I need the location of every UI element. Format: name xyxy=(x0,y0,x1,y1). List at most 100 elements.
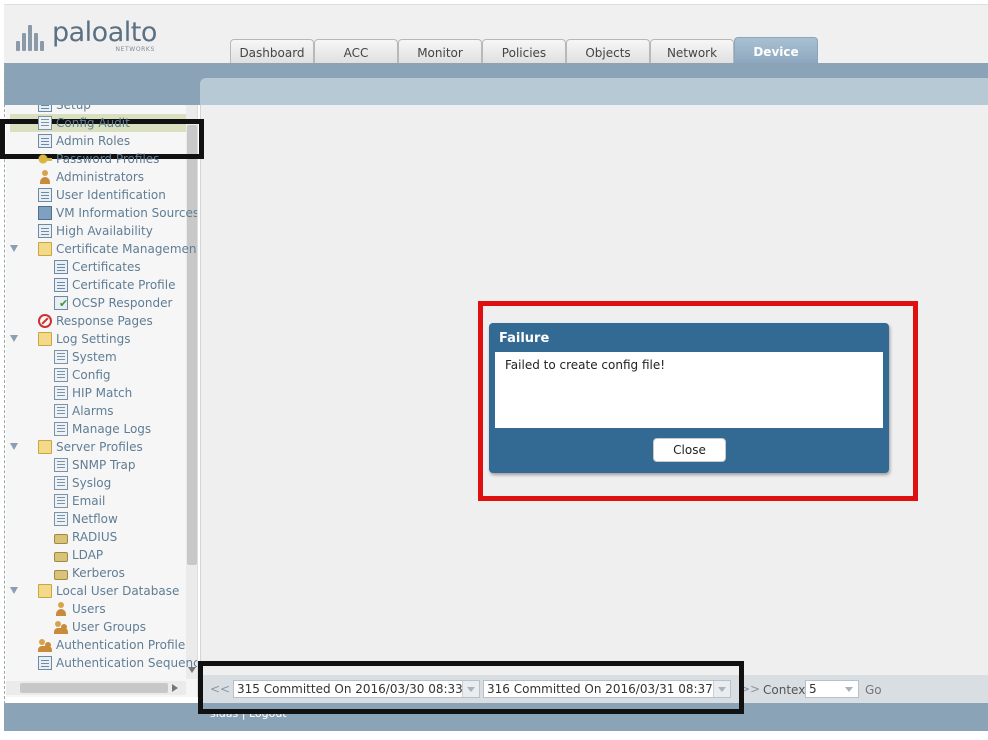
sidebar-item-label: Server Profiles xyxy=(56,440,143,454)
sidebar-item-log-settings[interactable]: Log Settings xyxy=(6,330,186,348)
sidebar-item-label: LDAP xyxy=(72,548,104,562)
sidebar-item-label: SNMP Trap xyxy=(72,458,136,472)
lock-icon xyxy=(54,569,68,580)
sidebar-item-label: Setup xyxy=(56,105,91,112)
app-window: paloalto NETWORKS Dashboard ACC Monitor … xyxy=(0,0,988,740)
sidebar: Setup Config Audit Admin Roles Password Pro… xyxy=(6,105,198,697)
id-card-icon xyxy=(38,188,52,202)
tab-dashboard[interactable]: Dashboard xyxy=(230,39,314,65)
sidebar-item-ldap[interactable]: LDAP xyxy=(6,546,186,564)
sidebar-item-radius[interactable]: RADIUS xyxy=(6,528,186,546)
sidebar-item-authentication-sequence[interactable]: Authentication Sequence xyxy=(6,654,197,672)
sidebar-item-label: Administrators xyxy=(56,170,145,184)
scrollbar-thumb[interactable] xyxy=(187,125,197,565)
sidebar-item-setup[interactable]: Setup xyxy=(6,105,186,114)
sidebar-item-certificate-management[interactable]: Certificate Management xyxy=(6,240,197,258)
tab-objects[interactable]: Objects xyxy=(566,39,650,65)
sidebar-item-high-availability[interactable]: High Availability xyxy=(6,222,186,240)
error-highlight-box xyxy=(478,301,918,501)
sidebar-item-local-user-database[interactable]: Local User Database xyxy=(6,582,186,600)
sidebar-item-ocsp-responder[interactable]: OCSP Responder xyxy=(6,294,186,312)
role-icon xyxy=(38,134,52,148)
expand-toggle-icon[interactable] xyxy=(10,335,18,342)
sidebar-item-label: Certificates xyxy=(72,260,141,274)
sidebar-item-vm-information-sources[interactable]: VM Information Sources xyxy=(6,204,197,222)
sidebar-item-syslog[interactable]: Syslog xyxy=(6,474,186,492)
sidebar-item-response-pages[interactable]: Response Pages xyxy=(6,312,186,330)
sidebar-item-netflow[interactable]: Netflow xyxy=(6,510,186,528)
sidebar-item-system[interactable]: System xyxy=(6,348,186,366)
sidebar-vertical-scrollbar[interactable] xyxy=(186,105,197,679)
sidebar-item-label: Netflow xyxy=(72,512,118,526)
sidebar-item-hip-match[interactable]: HIP Match xyxy=(6,384,186,402)
context-select[interactable]: 5 xyxy=(805,680,859,698)
chevron-down-icon[interactable] xyxy=(841,681,858,697)
document-icon xyxy=(54,386,68,400)
sidebar-item-certificates[interactable]: Certificates xyxy=(6,258,186,276)
expand-toggle-icon[interactable] xyxy=(10,443,18,450)
main-tabs: Dashboard ACC Monitor Policies Objects N… xyxy=(230,37,818,65)
alarm-icon xyxy=(54,404,68,418)
sidebar-item-label: HIP Match xyxy=(72,386,133,400)
users-icon xyxy=(38,638,52,652)
sidebar-item-snmp-trap[interactable]: SNMP Trap xyxy=(6,456,186,474)
logo-name: paloalto xyxy=(52,17,157,48)
sidebar-item-label: Authentication Profile xyxy=(56,638,186,652)
document-icon xyxy=(54,476,68,490)
tab-network[interactable]: Network xyxy=(650,39,734,65)
document-icon xyxy=(54,494,68,508)
sidebar-item-label: User Identification xyxy=(56,188,166,202)
scroll-right-arrow-icon[interactable] xyxy=(172,684,178,692)
expand-toggle-icon[interactable] xyxy=(10,587,18,594)
sidebar-item-user-identification[interactable]: User Identification xyxy=(6,186,186,204)
tab-device[interactable]: Device xyxy=(734,37,818,65)
sidebar-item-label: Password Profiles xyxy=(56,152,160,166)
sidebar-item-label: RADIUS xyxy=(72,530,118,544)
sidebar-item-certificate-profile[interactable]: Certificate Profile xyxy=(6,276,186,294)
sidebar-item-label: High Availability xyxy=(56,224,153,238)
go-button[interactable]: Go xyxy=(865,683,882,697)
sidebar-item-kerberos[interactable]: Kerberos xyxy=(6,564,186,582)
lock-icon xyxy=(54,551,68,562)
sidebar-item-label: Response Pages xyxy=(56,314,153,328)
folder-icon xyxy=(38,440,52,454)
certificate-icon xyxy=(54,278,68,292)
sidebar-item-label: Manage Logs xyxy=(72,422,152,436)
folder-icon xyxy=(38,332,52,346)
sidebar-item-users[interactable]: Users xyxy=(6,600,186,618)
logo-subtitle: NETWORKS xyxy=(115,46,155,53)
annotation-box-version-selector xyxy=(198,661,744,714)
tab-acc[interactable]: ACC xyxy=(314,39,398,65)
sidebar-item-config[interactable]: Config xyxy=(6,366,186,384)
sidebar-item-server-profiles[interactable]: Server Profiles xyxy=(6,438,186,456)
document-icon xyxy=(54,422,68,436)
document-icon xyxy=(54,368,68,382)
no-entry-icon xyxy=(38,314,52,328)
sidebar-item-label: Email xyxy=(72,494,106,508)
sidebar-tree: Setup Config Audit Admin Roles Password Pro… xyxy=(6,105,197,672)
user-icon xyxy=(54,602,68,616)
sidebar-item-administrators[interactable]: Administrators xyxy=(6,168,186,186)
logo-mark-icon xyxy=(16,21,46,51)
sidebar-item-label: OCSP Responder xyxy=(72,296,173,310)
scrollbar-thumb-horizontal[interactable] xyxy=(20,683,168,693)
certificate-icon xyxy=(54,260,68,274)
check-icon xyxy=(54,296,68,310)
sidebar-item-label: Certificate Management xyxy=(56,242,198,256)
user-icon xyxy=(38,170,52,184)
sidebar-item-label: Config Audit xyxy=(56,116,130,130)
sidebar-item-manage-logs[interactable]: Manage Logs xyxy=(6,420,186,438)
sidebar-item-label: Log Settings xyxy=(56,332,131,346)
sidebar-item-authentication-profile[interactable]: Authentication Profile xyxy=(6,636,186,654)
tab-monitor[interactable]: Monitor xyxy=(398,39,482,65)
sidebar-item-label: Local User Database xyxy=(56,584,180,598)
expand-toggle-icon[interactable] xyxy=(10,245,18,252)
sidebar-item-alarms[interactable]: Alarms xyxy=(6,402,186,420)
sidebar-item-user-groups[interactable]: User Groups xyxy=(6,618,186,636)
lock-icon xyxy=(54,533,68,544)
sidebar-horizontal-scrollbar[interactable] xyxy=(6,681,186,695)
sidebar-item-label: Syslog xyxy=(72,476,112,490)
tab-policies[interactable]: Policies xyxy=(482,39,566,65)
paloalto-logo: paloalto NETWORKS xyxy=(16,19,157,59)
sidebar-item-email[interactable]: Email xyxy=(6,492,186,510)
